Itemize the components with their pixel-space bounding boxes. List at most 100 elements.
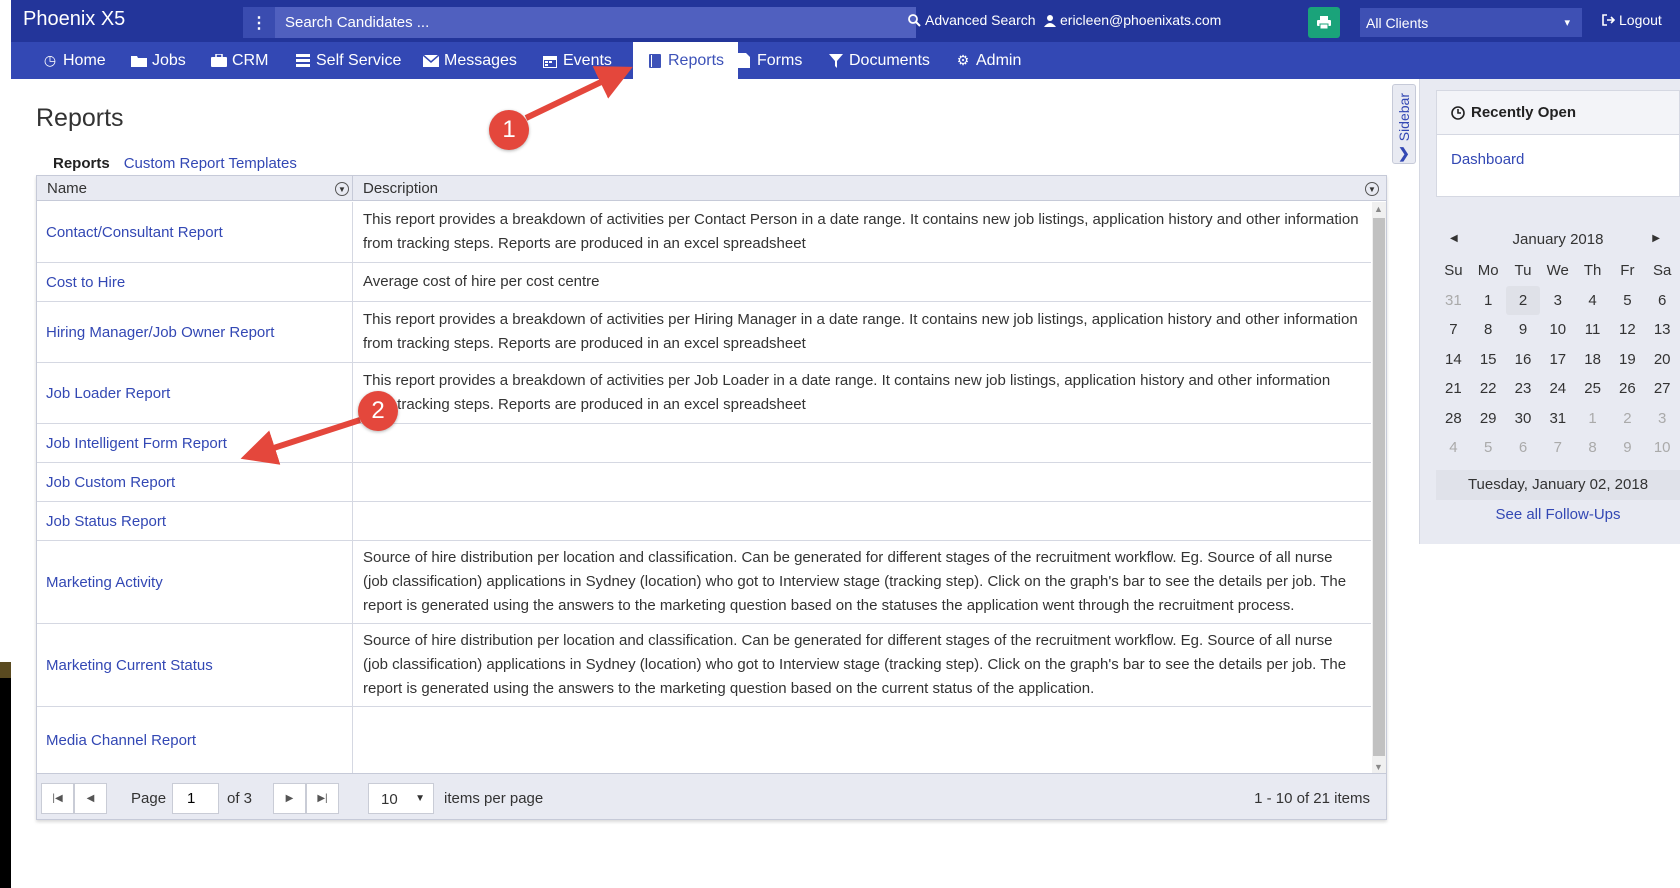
calendar-weekday-row: Su Mo Tu We Th Fr Sa: [1436, 256, 1680, 286]
calendar-day[interactable]: 6: [1506, 433, 1541, 463]
calendar-month-title[interactable]: January 2018: [1436, 231, 1680, 248]
calendar-day[interactable]: 1: [1471, 286, 1506, 316]
nav-jobs-label: Jobs: [152, 51, 186, 69]
recently-open-title: Recently Open: [1471, 104, 1577, 121]
calendar-day[interactable]: 19: [1610, 345, 1645, 375]
calendar-day[interactable]: 17: [1540, 345, 1575, 375]
logout-link[interactable]: Logout: [1602, 12, 1662, 28]
column-header-description[interactable]: Description: [363, 180, 438, 197]
calendar-day[interactable]: 4: [1436, 433, 1471, 463]
reports-grid: Name ▼ Description ▼ Contact/Consultant …: [36, 175, 1387, 820]
nav-jobs[interactable]: Jobs: [131, 42, 186, 79]
calendar-day[interactable]: 10: [1645, 433, 1680, 463]
first-page-button[interactable]: |◀: [41, 783, 74, 814]
tab-custom-report-templates[interactable]: Custom Report Templates: [124, 155, 297, 172]
calendar-day[interactable]: 21: [1436, 374, 1471, 404]
calendar-day[interactable]: 7: [1540, 433, 1575, 463]
calendar-day[interactable]: 22: [1471, 374, 1506, 404]
prev-page-button[interactable]: ◀: [74, 783, 107, 814]
calendar-day[interactable]: 9: [1610, 433, 1645, 463]
calendar-day[interactable]: 3: [1540, 286, 1575, 316]
tab-reports[interactable]: Reports: [53, 155, 110, 172]
report-name-link[interactable]: Hiring Manager/Job Owner Report: [37, 302, 353, 362]
calendar-day[interactable]: 24: [1540, 374, 1575, 404]
calendar-day[interactable]: 4: [1575, 286, 1610, 316]
calendar-day[interactable]: 16: [1506, 345, 1541, 375]
recent-item-dashboard[interactable]: Dashboard: [1451, 151, 1524, 168]
calendar-day[interactable]: 13: [1645, 315, 1680, 345]
calendar-day[interactable]: 29: [1471, 404, 1506, 434]
report-name-link[interactable]: Job Intelligent Form Report: [37, 424, 353, 462]
filter-icon[interactable]: ▼: [1365, 182, 1379, 196]
calendar-day[interactable]: 8: [1575, 433, 1610, 463]
calendar-day[interactable]: 28: [1436, 404, 1471, 434]
grid-scrollbar[interactable]: ▲ ▼: [1372, 202, 1386, 774]
calendar-day[interactable]: 11: [1575, 315, 1610, 345]
report-name-link[interactable]: Cost to Hire: [37, 263, 353, 301]
calendar-weekday: Tu: [1514, 262, 1532, 279]
print-button[interactable]: [1308, 7, 1340, 38]
report-name-link[interactable]: Marketing Current Status: [37, 624, 353, 706]
calendar-day[interactable]: 5: [1610, 286, 1645, 316]
calendar-day[interactable]: 25: [1575, 374, 1610, 404]
nav-crm[interactable]: CRM: [211, 42, 268, 79]
nav-events[interactable]: Events: [542, 42, 612, 79]
scroll-down-icon[interactable]: ▼: [1374, 762, 1383, 772]
report-name-link[interactable]: Media Channel Report: [37, 707, 353, 774]
nav-self-service[interactable]: Self Service: [295, 42, 401, 79]
calendar-day[interactable]: 14: [1436, 345, 1471, 375]
calendar-day[interactable]: 15: [1471, 345, 1506, 375]
nav-reports[interactable]: Reports: [633, 42, 739, 79]
calendar-day[interactable]: 20: [1645, 345, 1680, 375]
calendar-day[interactable]: 26: [1610, 374, 1645, 404]
sidebar-toggle[interactable]: Sidebar ❯: [1392, 84, 1416, 164]
calendar-day[interactable]: 23: [1506, 374, 1541, 404]
calendar-day[interactable]: 9: [1506, 315, 1541, 345]
calendar-day[interactable]: 3: [1645, 404, 1680, 434]
calendar-week-row: 14 15 16 17 18 19 20: [1436, 345, 1680, 375]
calendar-day[interactable]: 30: [1506, 404, 1541, 434]
calendar-day[interactable]: 12: [1610, 315, 1645, 345]
last-page-button[interactable]: ▶|: [306, 783, 339, 814]
calendar-day[interactable]: 31: [1436, 286, 1471, 316]
page-number-input[interactable]: [172, 783, 219, 814]
pager-summary: 1 - 10 of 21 items: [1254, 790, 1370, 807]
calendar-day[interactable]: 7: [1436, 315, 1471, 345]
report-name-link[interactable]: Job Custom Report: [37, 463, 353, 501]
report-name-link[interactable]: Marketing Activity: [37, 541, 353, 623]
brand-logo[interactable]: Phoenix X5: [23, 8, 125, 31]
search-input[interactable]: [275, 7, 916, 38]
see-all-follow-ups-link[interactable]: See all Follow-Ups: [1436, 506, 1680, 523]
calendar-day[interactable]: 6: [1645, 286, 1680, 316]
filter-icon[interactable]: ▼: [335, 182, 349, 196]
nav-admin[interactable]: ⚙ Admin: [955, 42, 1022, 79]
calendar-next-icon[interactable]: ▶: [1652, 233, 1660, 244]
clients-select[interactable]: All Clients ▾: [1360, 8, 1582, 37]
report-name-link[interactable]: Job Loader Report: [37, 363, 353, 423]
calendar-day[interactable]: 2: [1505, 285, 1541, 315]
calendar-day[interactable]: 8: [1471, 315, 1506, 345]
calendar-day[interactable]: 2: [1610, 404, 1645, 434]
nav-messages[interactable]: Messages: [423, 42, 517, 79]
search-options-icon[interactable]: ⋮: [243, 7, 275, 38]
report-name-link[interactable]: Job Status Report: [37, 502, 353, 540]
calendar-day[interactable]: 31: [1540, 404, 1575, 434]
nav-home[interactable]: ◷ Home: [42, 42, 106, 79]
scrollbar-thumb[interactable]: [1373, 218, 1385, 756]
nav-forms[interactable]: Forms: [736, 42, 802, 79]
report-name-link[interactable]: Contact/Consultant Report: [37, 202, 353, 262]
calendar-day[interactable]: 1: [1575, 404, 1610, 434]
calendar-day[interactable]: 18: [1575, 345, 1610, 375]
calendar-day[interactable]: 10: [1540, 315, 1575, 345]
chevron-down-icon: ▾: [1564, 17, 1570, 29]
column-header-name[interactable]: Name: [47, 180, 87, 197]
advanced-search-link[interactable]: Advanced Search: [908, 12, 1036, 28]
calendar-day[interactable]: 27: [1645, 374, 1680, 404]
calendar-today[interactable]: Tuesday, January 02, 2018: [1436, 470, 1680, 500]
page-size-select[interactable]: 10 ▼: [368, 783, 434, 814]
calendar-day[interactable]: 5: [1471, 433, 1506, 463]
scroll-up-icon[interactable]: ▲: [1374, 204, 1383, 214]
user-account-link[interactable]: ericleen@phoenixats.com: [1044, 12, 1221, 28]
next-page-button[interactable]: ▶: [273, 783, 306, 814]
nav-documents[interactable]: Documents: [828, 42, 930, 79]
